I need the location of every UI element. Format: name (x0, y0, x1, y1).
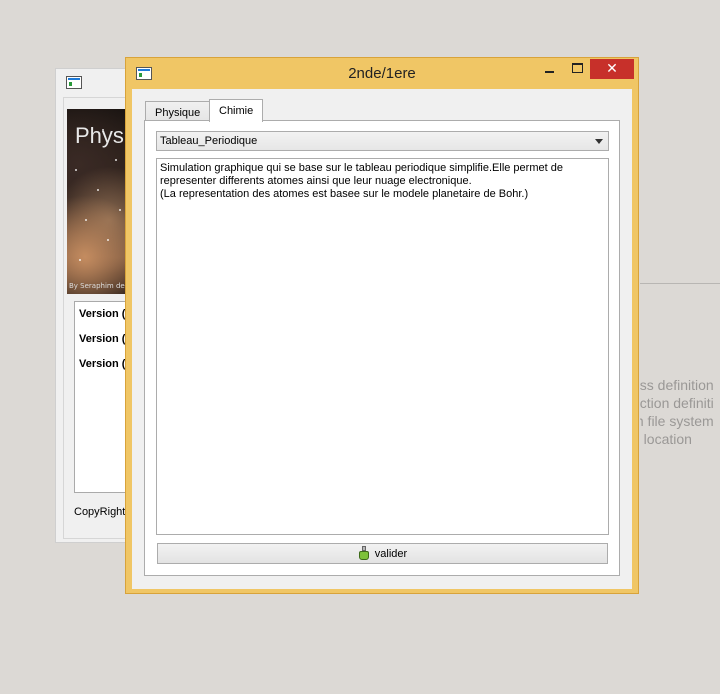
description-line: Simulation graphique qui se base sur le … (160, 162, 563, 174)
tab-chimie[interactable]: Chimie (209, 99, 264, 122)
tab-physique[interactable]: Physique (145, 101, 211, 121)
copyright-label: CopyRight (74, 506, 126, 518)
description-textarea[interactable]: Simulation graphique qui se base sur le … (156, 158, 609, 535)
background-text-list: ass definition nction definiti m file sy… (640, 376, 720, 448)
app-window-icon (66, 76, 82, 89)
version-label: Version ( (79, 333, 126, 345)
window-client-area: Physique Chimie Tableau_Periodique Simul… (132, 89, 632, 589)
simulation-select-value: Tableau_Periodique (160, 135, 258, 147)
minimize-button[interactable] (534, 59, 564, 79)
background-text-line: m file system (640, 413, 714, 429)
background-divider (640, 283, 720, 284)
version-label: Version ( (79, 358, 126, 370)
maximize-button[interactable] (562, 59, 592, 79)
version-label: Version ( (79, 308, 126, 320)
background-app (640, 0, 720, 694)
chevron-down-icon (595, 139, 603, 144)
valider-label: valider (374, 548, 408, 560)
valider-button[interactable]: valider (157, 543, 608, 564)
background-text-line: nction definiti (640, 395, 714, 411)
poster-title: Phys (75, 123, 124, 148)
background-text-line: a location (640, 431, 692, 447)
tab-panel-chimie: Tableau_Periodique Simulation graphique … (144, 120, 620, 576)
poster-image: Phys By Seraphim de (67, 109, 127, 294)
simulation-select[interactable]: Tableau_Periodique (156, 131, 609, 151)
description-line: (La representation des atomes est basee … (160, 188, 529, 200)
title-bar[interactable]: 2nde/1ere ✕ (126, 58, 638, 88)
main-window: 2nde/1ere ✕ Physique Chimie Tableau_Peri… (125, 57, 639, 594)
minimize-icon (545, 71, 554, 73)
description-line: representer differents atomes ainsi que … (160, 175, 472, 187)
flask-icon (358, 546, 370, 560)
maximize-icon (572, 63, 583, 73)
close-button[interactable]: ✕ (590, 59, 634, 79)
background-text-line: ass definition (640, 377, 714, 393)
poster-credit: By Seraphim de (69, 282, 125, 290)
valider-button-content: valider (158, 546, 607, 560)
